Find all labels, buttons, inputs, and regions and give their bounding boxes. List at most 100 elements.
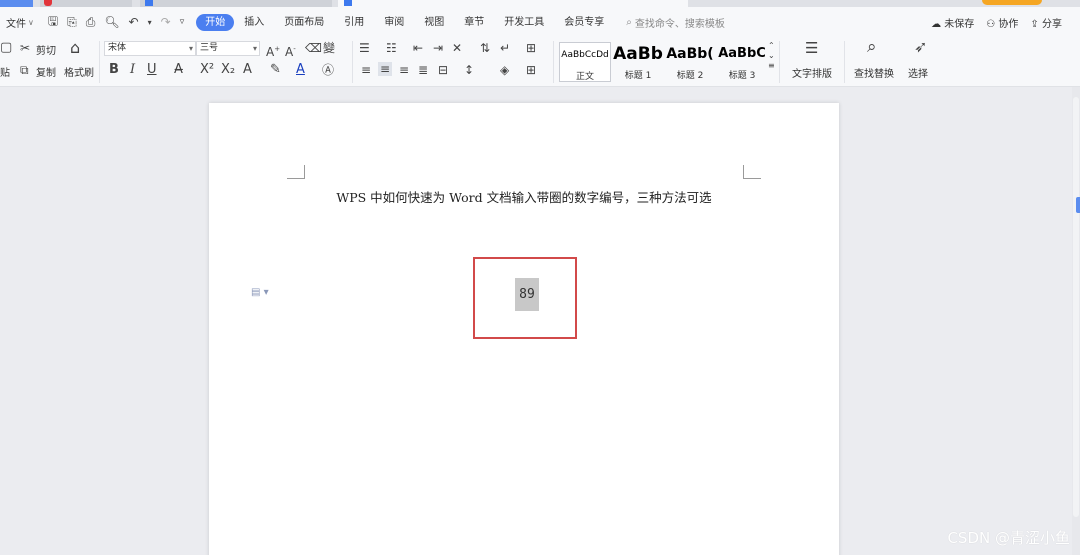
style-label: 标题 1 [624, 71, 652, 81]
document-tab-active[interactable] [338, 0, 688, 7]
distributed-align-icon[interactable]: ⊟ [438, 63, 448, 77]
increase-indent-icon[interactable]: ⇥ [433, 41, 443, 55]
document-title-text[interactable]: WPS 中如何快速为 Word 文档输入带圈的数字编号，三种方法可选 [209, 187, 839, 206]
redo-icon[interactable]: ↷ [161, 15, 171, 29]
document-page[interactable]: WPS 中如何快速为 Word 文档输入带圈的数字编号，三种方法可选 89 [209, 103, 839, 555]
unsaved-status[interactable]: ☁ 未保存 [931, 15, 974, 30]
phonetic-guide-icon[interactable]: 變 [323, 41, 335, 55]
scrollbar-thumb[interactable] [1073, 97, 1079, 517]
decrease-indent-icon[interactable]: ⇤ [413, 41, 423, 55]
table-icon[interactable]: ⊞ [526, 41, 536, 55]
justify-icon[interactable]: ≣ [418, 63, 428, 77]
ribbon-separator [553, 41, 554, 83]
menu-right-actions: ☁ 未保存 ⚇ 协作 ⇪ 分享 [931, 7, 1062, 37]
tab-chapter[interactable]: 章节 [454, 14, 494, 31]
tab-review[interactable]: 审阅 [374, 14, 414, 31]
borders-icon[interactable]: ⊞ [526, 63, 536, 77]
selected-number-text[interactable]: 89 [515, 278, 539, 311]
strikethrough-icon[interactable]: A̶ [174, 63, 183, 77]
magnifier-icon[interactable]: ⌕ [867, 39, 877, 56]
style-label: 标题 3 [728, 71, 756, 81]
text-layout-button[interactable]: 文字排版 [792, 65, 832, 80]
select-button[interactable]: 选择 [908, 65, 928, 80]
grow-font-icon[interactable]: A+ [266, 42, 280, 59]
cut-button[interactable]: 剪切 [36, 42, 56, 57]
align-left-icon[interactable]: ≡ [361, 63, 371, 77]
ribbon-separator [779, 41, 780, 83]
paragraph-handle-icon[interactable]: ▤ ▾ [251, 287, 269, 298]
file-menu-label: 文件 [6, 18, 26, 30]
home-tab[interactable] [0, 0, 33, 7]
tab-developer[interactable]: 开发工具 [494, 14, 554, 31]
vertical-scrollbar[interactable] [1072, 87, 1080, 555]
tab-page-layout[interactable]: 页面布局 [274, 14, 334, 31]
document-tab-2[interactable] [140, 0, 332, 7]
highlight-icon[interactable]: ✎ [270, 63, 281, 77]
font-name-value: 宋体 [108, 43, 127, 53]
align-center-icon[interactable]: ≡ [378, 62, 393, 76]
italic-icon[interactable]: I [130, 63, 135, 77]
shading-icon[interactable]: ◈ [500, 63, 509, 77]
side-panel-handle[interactable] [1076, 197, 1080, 213]
bold-icon[interactable]: B [109, 63, 119, 77]
paste-label[interactable]: 贴 [0, 64, 10, 79]
paste-icon[interactable]: ▢ [0, 41, 12, 55]
collaborate-button[interactable]: ⚇ 协作 [986, 15, 1018, 30]
upgrade-badge[interactable] [982, 0, 1042, 5]
tab-references[interactable]: 引用 [334, 14, 374, 31]
tab-insert[interactable]: 插入 [234, 14, 274, 31]
character-border-icon[interactable]: Ⓐ [322, 63, 334, 77]
undo-icon[interactable]: ↶ [129, 15, 139, 29]
chevron-down-icon: ∨ [28, 17, 34, 27]
cloud-icon: ☁ [931, 18, 942, 30]
pdf-icon [44, 0, 52, 6]
tab-member[interactable]: 会员专享 [554, 14, 614, 31]
save-icon[interactable]: 🖫 [48, 12, 58, 33]
underline-icon[interactable]: U [147, 63, 157, 77]
sort-icon[interactable]: ⇅ [480, 41, 490, 55]
bullet-list-icon[interactable]: ☰ [359, 41, 370, 55]
line-spacing-icon[interactable]: ↕ [464, 63, 474, 77]
text-layout-icon[interactable]: ☰ [805, 41, 818, 56]
style-normal[interactable]: AaBbCcDd 正文 [559, 42, 611, 82]
format-painter-icon[interactable]: ⌂ [70, 40, 80, 56]
styles-more-icon[interactable]: ⌃ ⌄ ≡ [768, 41, 775, 71]
font-color-icon[interactable]: A [296, 63, 305, 77]
tab-view[interactable]: 视图 [414, 14, 454, 31]
text-effect-icon[interactable]: A [243, 63, 252, 77]
find-replace-button[interactable]: 查找替换 [854, 65, 894, 80]
print-preview-icon[interactable]: 🔍︎ [104, 15, 119, 29]
subscript-icon[interactable]: X₂ [221, 63, 235, 77]
align-right-icon[interactable]: ≡ [399, 63, 409, 77]
export-pdf-icon[interactable]: ⎘ [67, 15, 77, 30]
tab-home[interactable]: 开始 [196, 13, 235, 31]
ribbon-separator [844, 41, 845, 83]
shrink-font-icon[interactable]: A- [285, 42, 296, 59]
ribbon-separator [352, 41, 353, 83]
font-name-select[interactable]: 宋体 ▾ [104, 41, 196, 56]
style-heading-3[interactable]: AaBbC 标题 3 [716, 42, 768, 82]
copy-button[interactable]: 复制 [36, 64, 56, 79]
print-icon[interactable]: ⎙ [86, 15, 96, 30]
font-size-select[interactable]: 三号 ▾ [196, 41, 260, 56]
document-tab-1[interactable] [40, 0, 132, 7]
scissors-icon[interactable]: ✂ [20, 41, 30, 55]
file-menu[interactable]: 文件 ∨ [6, 15, 34, 30]
share-button[interactable]: ⇪ 分享 [1030, 15, 1062, 30]
margin-corner-mark [743, 165, 761, 179]
cursor-arrow-icon[interactable]: ➶ [914, 39, 927, 55]
clear-format-icon[interactable]: ⌫ [305, 41, 322, 55]
style-heading-1[interactable]: AaBb 标题 1 [612, 42, 664, 82]
command-search[interactable]: ⌕ 查找命令、搜索模板 [626, 15, 725, 30]
window-tab-strip [0, 0, 1080, 7]
copy-icon[interactable]: ⧉ [20, 63, 29, 77]
undo-dropdown-icon[interactable]: ▾ [148, 18, 152, 27]
style-heading-2[interactable]: AaBb( 标题 2 [664, 42, 716, 82]
chinese-layout-icon[interactable]: ✕ [452, 41, 462, 55]
show-hide-icon[interactable]: ↵ [500, 41, 510, 55]
font-size-value: 三号 [200, 43, 219, 53]
superscript-icon[interactable]: X² [200, 63, 214, 77]
numbered-list-icon[interactable]: ☷ [386, 41, 397, 55]
format-painter-button[interactable]: 格式刷 [64, 64, 94, 79]
customize-toolbar-icon[interactable]: ▿ [180, 17, 185, 27]
